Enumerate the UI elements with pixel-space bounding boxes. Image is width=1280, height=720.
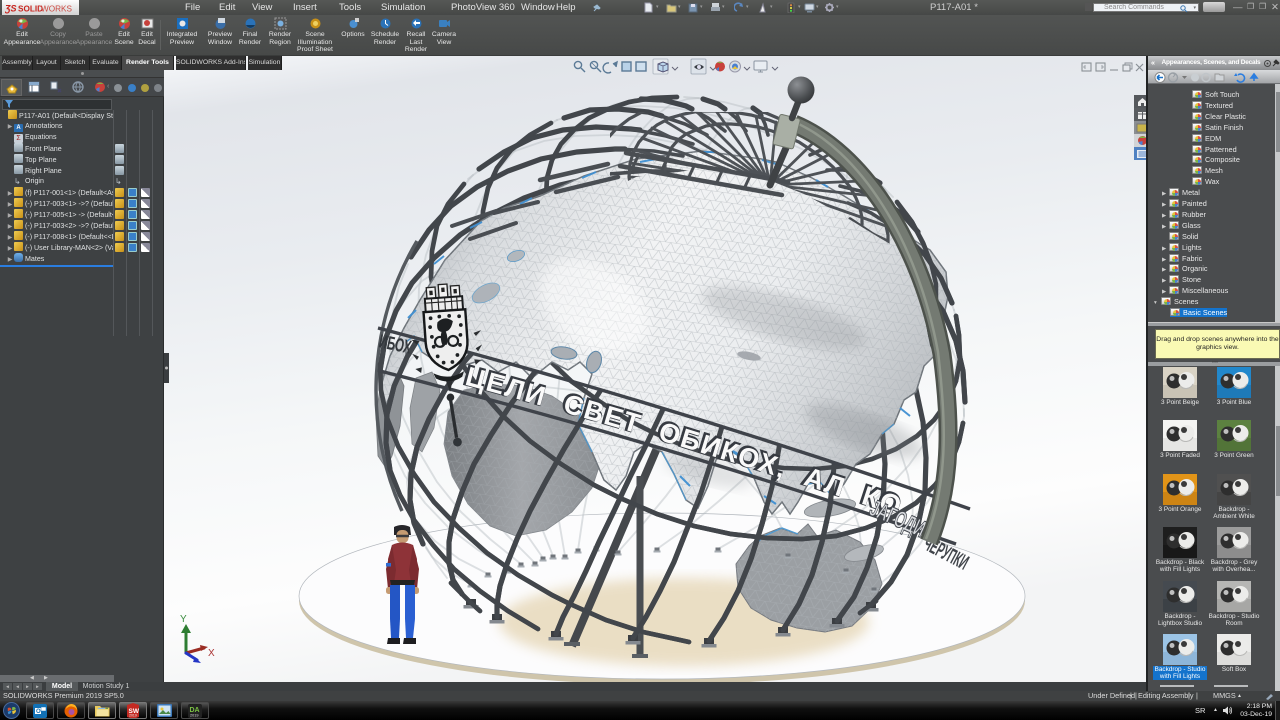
svg-text:O: O	[36, 709, 41, 715]
svg-text:ƷS: ƷS	[5, 3, 17, 13]
svg-text:2019: 2019	[129, 714, 137, 718]
svg-text:X: X	[208, 648, 215, 659]
svg-text:WORKS: WORKS	[41, 4, 72, 13]
svg-text:Y: Y	[180, 614, 187, 625]
svg-text:SOLID: SOLID	[18, 4, 43, 13]
svg-text:2019: 2019	[190, 713, 198, 717]
